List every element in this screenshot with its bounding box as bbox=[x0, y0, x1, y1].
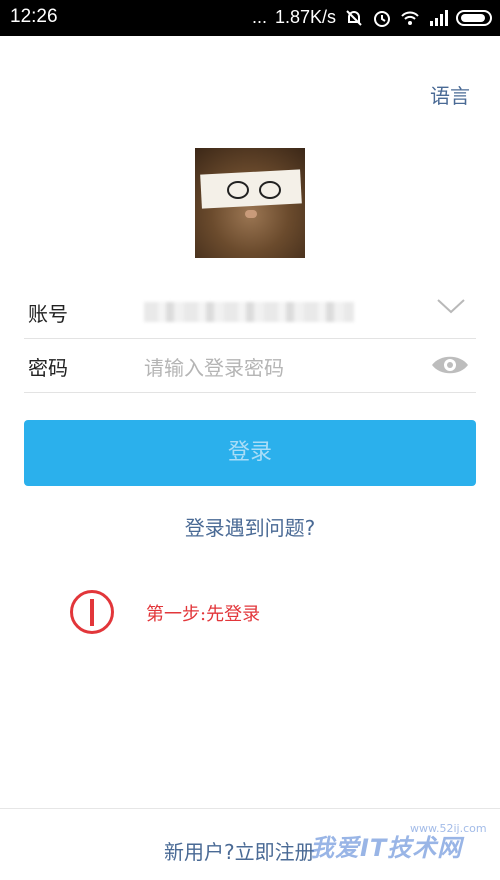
step-one-marker bbox=[70, 590, 114, 634]
watermark-domain: www.52ij.com bbox=[410, 822, 487, 835]
alarm-icon bbox=[374, 10, 390, 27]
status-time: 12:26 bbox=[10, 6, 58, 27]
chevron-down-icon[interactable] bbox=[436, 296, 466, 316]
password-label: 密码 bbox=[28, 356, 68, 380]
avatar bbox=[195, 148, 305, 258]
password-row: 密码 请输入登录密码 bbox=[24, 340, 476, 393]
status-bar: 12:26 ... 1.87K/s bbox=[0, 0, 500, 36]
eye-icon[interactable] bbox=[430, 352, 470, 378]
language-link[interactable]: 语言 bbox=[430, 80, 470, 109]
login-button[interactable]: 登录 bbox=[24, 420, 476, 486]
avatar-nose bbox=[245, 210, 257, 218]
avatar-paper bbox=[200, 169, 302, 209]
register-link[interactable]: 新用户?立即注册 bbox=[164, 836, 315, 865]
footer-divider bbox=[0, 808, 500, 809]
signal-icon bbox=[430, 9, 448, 26]
login-trouble-link[interactable]: 登录遇到问题? bbox=[0, 512, 500, 541]
account-label: 账号 bbox=[28, 302, 68, 326]
more-dots: ... bbox=[251, 7, 267, 27]
step-annotation: 第一步:先登录 bbox=[146, 604, 261, 625]
status-icons: ... 1.87K/s bbox=[252, 7, 492, 28]
avatar-eye-left bbox=[227, 181, 249, 199]
account-row: 账号 bbox=[24, 286, 476, 339]
mute-icon bbox=[346, 9, 362, 26]
account-field[interactable] bbox=[144, 302, 354, 322]
network-speed: 1.87K/s bbox=[274, 7, 336, 27]
avatar-eye-right bbox=[259, 181, 281, 199]
battery-icon bbox=[456, 9, 492, 26]
wifi-icon bbox=[401, 11, 419, 25]
password-field[interactable]: 请输入登录密码 bbox=[144, 352, 284, 381]
